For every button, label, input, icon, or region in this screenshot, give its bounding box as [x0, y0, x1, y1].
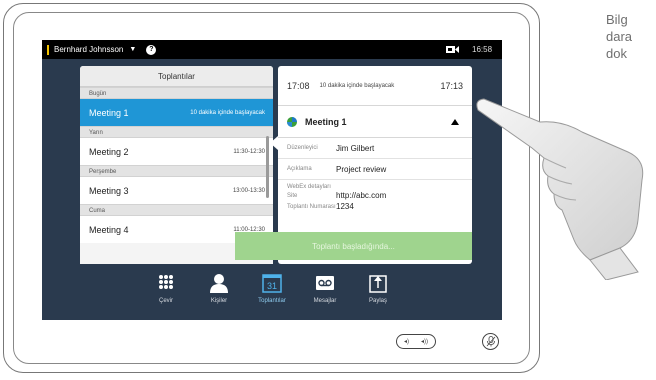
- nav-label: Toplantılar: [258, 298, 286, 304]
- volume-buttons[interactable]: ◂) ◂)): [396, 334, 436, 349]
- meeting-name: Meeting 1: [89, 107, 129, 118]
- volume-down-icon[interactable]: ◂): [404, 338, 409, 345]
- help-icon[interactable]: ?: [146, 44, 157, 55]
- meeting-row[interactable]: Meeting 2 11:30-12:30: [80, 138, 273, 165]
- calendar-icon: 31: [262, 274, 282, 293]
- touch-screen: Bernhard Johnsson ▼ ? 16:58 Toplantılar …: [42, 40, 502, 320]
- meeting-number-value: 1234: [336, 202, 354, 211]
- pointing-hand-illustration: [476, 98, 644, 280]
- nav-item-share[interactable]: Paylaş: [354, 270, 402, 314]
- site-row: Site http://abc.com: [278, 190, 472, 201]
- meeting-row[interactable]: Meeting 1 10 dakika içinde başlayacak: [80, 99, 273, 126]
- instruction-line: dok: [606, 46, 627, 61]
- clock: 16:58: [472, 45, 493, 54]
- webex-section-label: WebEx detayları: [287, 184, 331, 190]
- site-value[interactable]: http://abc.com: [336, 191, 386, 200]
- meeting-number-row: Toplantı Numarası 1234: [278, 201, 472, 212]
- site-label: Site: [287, 192, 298, 199]
- description-value: Project review: [336, 164, 387, 174]
- day-header: Bugün: [80, 87, 273, 99]
- detail-title-row[interactable]: Meeting 1: [278, 106, 472, 138]
- contacts-icon: [210, 274, 228, 293]
- bottom-nav: Çevir Kişiler 31 Toplantılar Mesajlar Pa…: [142, 270, 402, 314]
- meeting-name: Meeting 4: [89, 224, 129, 235]
- start-meeting-button[interactable]: Toplantı başladığında...: [235, 232, 472, 260]
- day-header: Yarın: [80, 126, 273, 138]
- instruction-line: Bilg: [606, 12, 628, 27]
- day-header: Cuma: [80, 204, 273, 216]
- microphone-mute-icon: [486, 336, 495, 347]
- meeting-name: Meeting 2: [89, 146, 129, 157]
- meeting-time: 10 dakika içinde başlayacak: [190, 109, 265, 116]
- instruction-text: Bilg dara dok: [606, 11, 656, 62]
- meeting-title: Meeting 1: [305, 116, 347, 127]
- description-label: Açıklama: [287, 166, 312, 172]
- meeting-time: 11:30-12:30: [233, 148, 265, 155]
- nav-item-messages[interactable]: Mesajlar: [301, 270, 349, 314]
- meetings-list-title: Toplantılar: [80, 66, 273, 87]
- organizer-label: Düzenleyici: [287, 145, 318, 151]
- list-scrollbar[interactable]: [266, 136, 269, 198]
- status-accent: [47, 44, 49, 55]
- day-header: Perşembe: [80, 165, 273, 177]
- detail-header: 17:08 10 dakika içinde başlayacak 17:13: [278, 66, 472, 106]
- volume-up-icon[interactable]: ◂)): [421, 338, 428, 345]
- collapse-icon[interactable]: [451, 118, 459, 125]
- end-time: 17:13: [440, 80, 463, 91]
- organizer-value: Jim Gilbert: [336, 143, 375, 153]
- user-name[interactable]: Bernhard Johnsson: [54, 45, 123, 54]
- selection-pointer: [270, 136, 278, 150]
- nav-label: Paylaş: [368, 298, 387, 304]
- user-menu-caret-icon[interactable]: ▼: [129, 46, 136, 53]
- calendar-day: 31: [267, 281, 277, 291]
- camera-icon[interactable]: [446, 45, 459, 54]
- nav-item-meetings[interactable]: 31 Toplantılar: [248, 270, 296, 314]
- instruction-line: dara: [606, 29, 633, 44]
- meeting-name: Meeting 3: [89, 185, 129, 196]
- start-time: 17:08: [287, 80, 310, 91]
- meeting-time: 13:00-13:30: [232, 187, 265, 194]
- status-bar: Bernhard Johnsson ▼ ? 16:58: [42, 40, 502, 59]
- start-status: 10 dakika içinde başlayacak: [319, 82, 395, 89]
- nav-label: Mesajlar: [313, 298, 337, 304]
- nav-item-contacts[interactable]: Kişiler: [195, 270, 243, 314]
- meeting-row[interactable]: Meeting 3 13:00-13:30: [80, 177, 273, 204]
- nav-label: Çevir: [158, 298, 173, 304]
- meeting-number-label: Toplantı Numarası: [287, 203, 336, 210]
- mute-button[interactable]: [482, 333, 499, 350]
- share-icon: [369, 275, 387, 293]
- organizer-row: Düzenleyici Jim Gilbert: [278, 138, 472, 159]
- nav-item-dial[interactable]: Çevir: [142, 270, 190, 314]
- description-row: Açıklama Project review: [278, 159, 472, 180]
- dialpad-icon: [159, 275, 173, 289]
- webex-globe-icon: [287, 116, 297, 127]
- nav-label: Kişiler: [210, 298, 228, 304]
- voicemail-icon: [316, 276, 334, 290]
